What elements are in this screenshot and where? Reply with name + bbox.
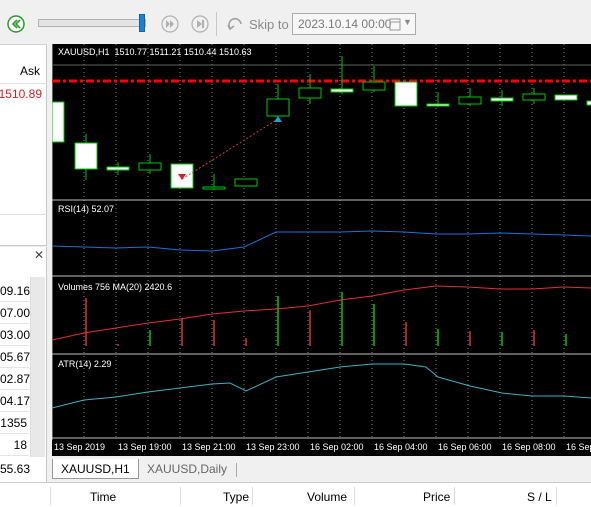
trade-link-line — [181, 118, 279, 180]
chart-tabs: XAUUSD,H1 XAUUSD,Daily — [52, 458, 591, 480]
volume-bars — [85, 292, 567, 346]
candle — [458, 96, 482, 105]
candle — [490, 97, 514, 102]
list-item: 07.00 — [0, 302, 30, 324]
panel-divider — [0, 214, 47, 215]
candle — [138, 162, 162, 171]
time-label: 13 Sep 2019 — [54, 442, 106, 452]
atr-label: ATR(14) 2.29 — [58, 359, 112, 369]
tab-xauusd-daily[interactable]: XAUUSD,Daily — [139, 459, 235, 479]
candle — [202, 186, 226, 190]
chart-grid — [83, 44, 565, 440]
column-header-type[interactable]: Type — [223, 490, 249, 504]
visual-toolbar: Skip to 2023.10.14 00:00 ▼ — [0, 0, 591, 44]
time-label: 16 Sep 04:00 — [374, 442, 428, 452]
pause-icon — [7, 15, 25, 33]
column-separator — [50, 487, 51, 505]
column-header-sl[interactable]: S / L — [527, 490, 552, 504]
time-label: 13 Sep 19:00 — [118, 442, 172, 452]
volumes-label: Volumes 756 MA(20) 2420.6 — [58, 282, 173, 292]
list-item: 1355 — [0, 412, 29, 434]
candle — [106, 166, 130, 171]
ask-column-header[interactable]: Ask — [20, 64, 40, 78]
candle — [74, 142, 98, 170]
column-separator — [556, 487, 557, 505]
fast-forward-icon — [161, 15, 179, 33]
chart-title: XAUUSD,H1 1510.77 1511.21 1510.44 1510.6… — [58, 47, 252, 57]
time-axis: 13 Sep 2019 13 Sep 19:00 13 Sep 21:00 13… — [52, 440, 591, 456]
speed-slider-track[interactable] — [38, 19, 146, 27]
candle — [266, 98, 290, 117]
candle — [330, 88, 354, 93]
candle — [52, 101, 65, 143]
list-item: 05.67 — [0, 346, 30, 368]
skip-to-date-picker[interactable]: 2023.10.14 00:00 ▼ — [292, 13, 416, 35]
tab-separator — [236, 463, 237, 477]
list-item: 02.87 — [0, 368, 30, 390]
candle — [394, 81, 418, 107]
column-header-volume[interactable]: Volume — [307, 490, 347, 504]
candle — [554, 94, 578, 101]
candlesticks — [52, 56, 591, 190]
rsi-label: RSI(14) 52.07 — [58, 204, 115, 214]
column-separator — [180, 487, 181, 505]
toolbar-separator — [216, 12, 217, 36]
column-header-price[interactable]: Price — [423, 490, 450, 504]
column-separator — [454, 487, 455, 505]
calendar-icon — [389, 18, 401, 31]
candle — [362, 81, 386, 91]
speed-slider-thumb[interactable] — [139, 14, 145, 32]
candle — [234, 178, 258, 187]
time-label: 13 Sep 21:00 — [182, 442, 236, 452]
skip-to-date-value: 2023.10.14 00:00 — [298, 17, 392, 31]
candle — [298, 87, 322, 99]
column-separator — [354, 487, 355, 505]
column-header-time[interactable]: Time — [90, 490, 116, 504]
price-chart[interactable]: XAUUSD,H1 1510.77 1511.21 1510.44 1510.6… — [52, 44, 591, 456]
column-separator — [252, 487, 253, 505]
trade-table-header: Time Type Volume Price S / L — [0, 482, 591, 507]
tab-xauusd-h1[interactable]: XAUUSD,H1 — [52, 459, 139, 479]
time-label: 16 Sep 02:00 — [310, 442, 364, 452]
time-label: 16 Sep 06:00 — [438, 442, 492, 452]
list-item: 04.17 — [0, 390, 30, 412]
list-item: 09.16 — [0, 280, 30, 302]
atr-line — [52, 363, 591, 409]
volume-ma-line — [52, 285, 591, 341]
skip-to-label[interactable]: Skip to — [249, 17, 289, 32]
list-item: 18 — [0, 434, 29, 456]
ask-price-value[interactable]: 1510.89 — [0, 87, 42, 101]
rsi-line — [52, 230, 591, 252]
pane-separators — [52, 199, 591, 439]
skip-to-icon[interactable] — [226, 14, 246, 34]
market-watch-panel: Ask 1510.89 — [0, 44, 47, 246]
header-divider — [0, 83, 47, 84]
list-item: 03.00 — [0, 324, 30, 346]
chevron-down-icon: ▼ — [403, 17, 412, 27]
candle — [586, 100, 591, 106]
vertical-scrollbar[interactable] — [30, 277, 45, 457]
candle — [522, 93, 546, 101]
play-pause-button[interactable] — [6, 14, 26, 34]
panel-edge — [0, 44, 47, 50]
step-forward-icon — [191, 15, 209, 33]
candle — [426, 103, 450, 107]
time-label: 16 Sep 08:00 — [502, 442, 556, 452]
buy-arrow-icon — [274, 116, 282, 122]
step-forward-button[interactable] — [190, 14, 210, 34]
time-label: 16 Sep 10:00 — [566, 442, 591, 452]
chart-canvas — [52, 44, 591, 440]
fast-forward-button[interactable] — [160, 14, 180, 34]
list-item-last: 55.63 — [0, 462, 31, 476]
close-icon[interactable]: ✕ — [33, 249, 45, 261]
strategy-tester-window: Skip to 2023.10.14 00:00 ▼ Ask 1510.89 ✕… — [0, 0, 591, 507]
time-label: 13 Sep 23:00 — [246, 442, 300, 452]
